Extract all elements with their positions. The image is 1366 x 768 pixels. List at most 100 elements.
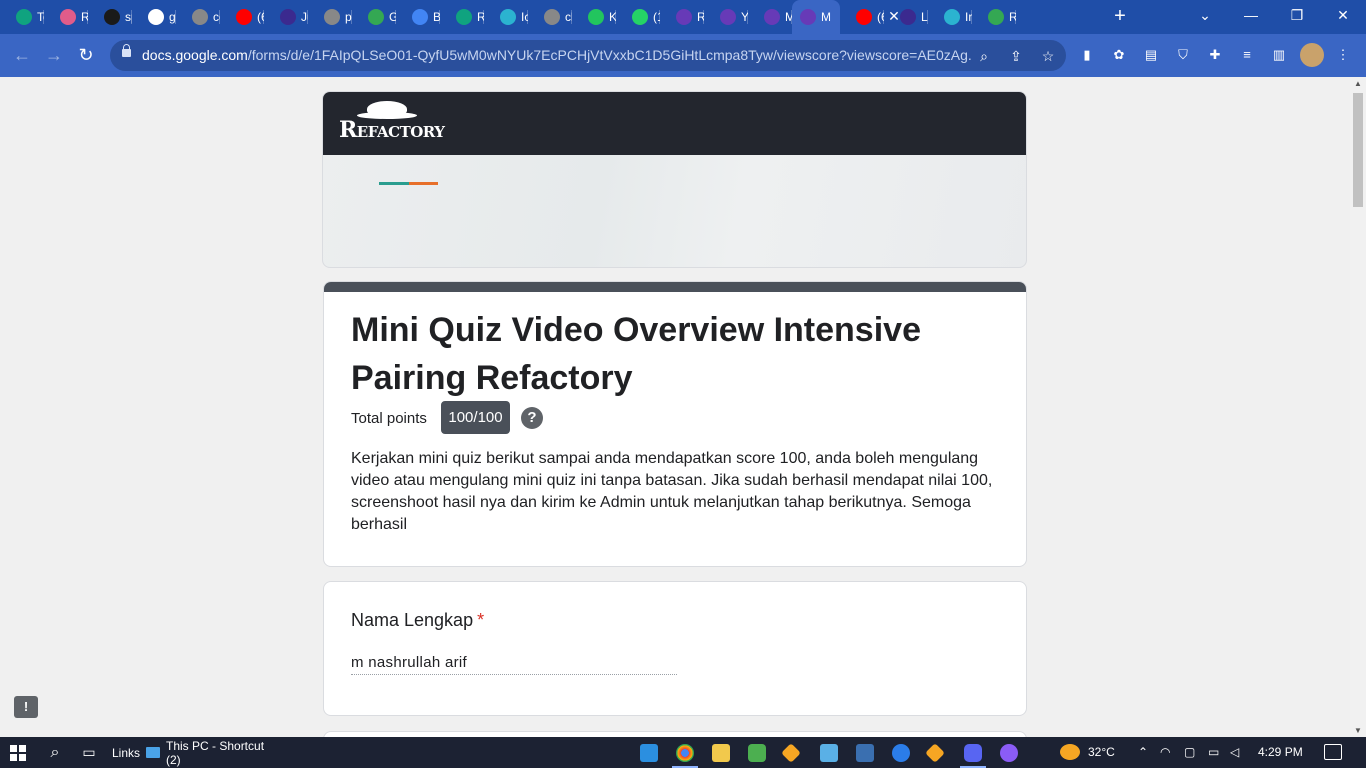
browser-tab[interactable]: R <box>44 0 88 34</box>
forms-icon <box>676 9 692 25</box>
search-icon[interactable]: ⌕ <box>40 737 70 768</box>
url-text[interactable]: docs.google.com/forms/d/e/1FAIpQLSeO01-Q… <box>142 47 972 63</box>
restore-window-button[interactable]: ❐ <box>1282 4 1312 26</box>
close-tab-icon[interactable]: ✕ <box>886 8 902 25</box>
vscode-icon[interactable] <box>640 744 658 762</box>
report-feedback-icon[interactable]: ! <box>14 696 38 718</box>
browser-tab[interactable]: (6 <box>840 0 884 34</box>
side-panel-icon[interactable]: ▥ <box>1270 46 1288 64</box>
forward-button[interactable]: → <box>42 44 66 68</box>
browser-tab[interactable]: Ic <box>484 0 528 34</box>
show-hidden-icons-chevron-icon[interactable]: ⌃ <box>1138 745 1148 759</box>
answer-underline <box>351 674 677 675</box>
temperature[interactable]: 32°C <box>1088 745 1115 759</box>
browser-tab[interactable]: G <box>352 0 396 34</box>
file-explorer-icon[interactable] <box>712 744 730 762</box>
clock[interactable]: 4:29 PM <box>1258 745 1303 759</box>
extension-mouse-icon[interactable]: ▮ <box>1078 46 1096 64</box>
banner-dark-strip: Refactory <box>323 92 1026 155</box>
scroll-up-arrow-icon[interactable]: ▲ <box>1354 79 1362 88</box>
network-icon[interactable]: ◠ <box>1160 745 1170 759</box>
task-view-icon[interactable]: ▭ <box>76 737 102 768</box>
share-icon[interactable]: ⇪ <box>1006 46 1026 66</box>
browser-tab-label: M <box>785 10 792 24</box>
bookmark-star-icon[interactable]: ☆ <box>1038 46 1058 66</box>
refactory-logo: Refactory <box>339 117 445 143</box>
close-window-button[interactable]: ✕ <box>1328 4 1358 26</box>
reload-button[interactable]: ↻ <box>74 44 98 68</box>
volume-icon[interactable]: ◁ <box>1230 745 1239 759</box>
extension-color-icon[interactable]: ✿ <box>1110 46 1128 64</box>
page-viewport: Refactory Mini Quiz Video Overview Inten… <box>0 77 1350 737</box>
browser-tab[interactable]: Y <box>704 0 748 34</box>
forms-icon <box>720 9 736 25</box>
browser-tab-label: Li <box>921 10 928 24</box>
browser-tab[interactable]: (1 <box>616 0 660 34</box>
browser-tab[interactable]: R <box>440 0 484 34</box>
windows-start-icon[interactable] <box>0 737 36 768</box>
browser-tab[interactable]: p <box>308 0 352 34</box>
page-icon <box>280 9 296 25</box>
safari-compass-icon[interactable] <box>892 744 910 762</box>
form-accent-bar <box>324 282 1026 292</box>
meet-now-icon[interactable]: ▢ <box>1184 745 1195 759</box>
scroll-down-arrow-icon[interactable]: ▼ <box>1354 726 1362 735</box>
browser-tab-label: cl <box>565 10 572 24</box>
media-control-icon[interactable]: ≡ <box>1238 46 1256 64</box>
tab-search-icon[interactable]: ⌄ <box>1190 4 1220 26</box>
extension-shield-icon[interactable]: ⛉ <box>1174 46 1192 64</box>
browser-tab[interactable]: sp <box>88 0 132 34</box>
spotify-icon <box>104 9 120 25</box>
browser-tab[interactable]: Te <box>0 0 44 34</box>
profile-avatar[interactable] <box>1300 43 1324 67</box>
settings-gear-icon[interactable] <box>1000 744 1018 762</box>
browser-tab[interactable]: M <box>748 0 792 34</box>
sql-tool-icon[interactable] <box>820 744 838 762</box>
extension-docs-icon[interactable]: ▤ <box>1142 46 1160 64</box>
minimize-window-button[interactable]: — <box>1236 4 1266 26</box>
page-scrollbar[interactable]: ▲ ▼ <box>1350 77 1366 737</box>
browser-tab[interactable]: Ju <box>264 0 308 34</box>
browser-tab[interactable]: M <box>792 0 840 34</box>
database-icon[interactable] <box>856 744 874 762</box>
browser-tab-label: g <box>169 10 176 24</box>
scroll-thumb[interactable] <box>1353 93 1363 207</box>
browser-tab[interactable]: Ir <box>928 0 972 34</box>
links-toolbar[interactable]: Links <box>110 737 142 768</box>
this-pc-shortcut[interactable]: This PC - Shortcut (2) <box>166 737 282 768</box>
extensions-puzzle-icon[interactable]: ✚ <box>1206 46 1224 64</box>
chrome-icon[interactable] <box>672 744 698 768</box>
browser-tab-label: (6 <box>257 10 264 24</box>
nodejs-icon[interactable] <box>748 744 766 762</box>
form-title: Mini Quiz Video Overview Intensive Pairi… <box>351 311 921 397</box>
help-icon[interactable]: ? <box>521 407 543 429</box>
browser-tab[interactable]: B <box>396 0 440 34</box>
back-button[interactable]: ← <box>10 44 34 68</box>
notification-center-icon[interactable] <box>1324 744 1342 760</box>
lock-icon[interactable] <box>122 44 131 57</box>
zoom-icon[interactable]: ⌕ <box>974 46 994 66</box>
accent-line-teal <box>379 182 409 185</box>
youtube-icon <box>856 9 872 25</box>
address-bar[interactable]: docs.google.com/forms/d/e/1FAIpQLSeO01-Q… <box>110 40 1066 71</box>
browser-tab-label: B <box>433 10 440 24</box>
battery-icon[interactable]: ▭ <box>1208 745 1219 759</box>
browser-tab-label: Te <box>37 10 44 24</box>
bolt-icon <box>500 9 516 25</box>
browser-tab[interactable]: K <box>572 0 616 34</box>
git-icon[interactable] <box>781 743 801 763</box>
browser-tab[interactable]: cl <box>528 0 572 34</box>
chrome-menu-icon[interactable]: ⋮ <box>1334 46 1352 64</box>
browser-tab[interactable]: R <box>660 0 704 34</box>
browser-tab[interactable]: cc <box>176 0 220 34</box>
new-tab-button[interactable]: + <box>1108 5 1132 27</box>
weather-icon[interactable] <box>1060 744 1080 760</box>
page-icon <box>900 9 916 25</box>
sourcetree-icon[interactable] <box>925 743 945 763</box>
browser-tab[interactable]: g <box>132 0 176 34</box>
k-icon <box>588 9 604 25</box>
browser-tab-label: R <box>81 10 88 24</box>
browser-tab[interactable]: R <box>972 0 1016 34</box>
browser-tab[interactable]: (6 <box>220 0 264 34</box>
discord-icon[interactable] <box>960 744 986 768</box>
